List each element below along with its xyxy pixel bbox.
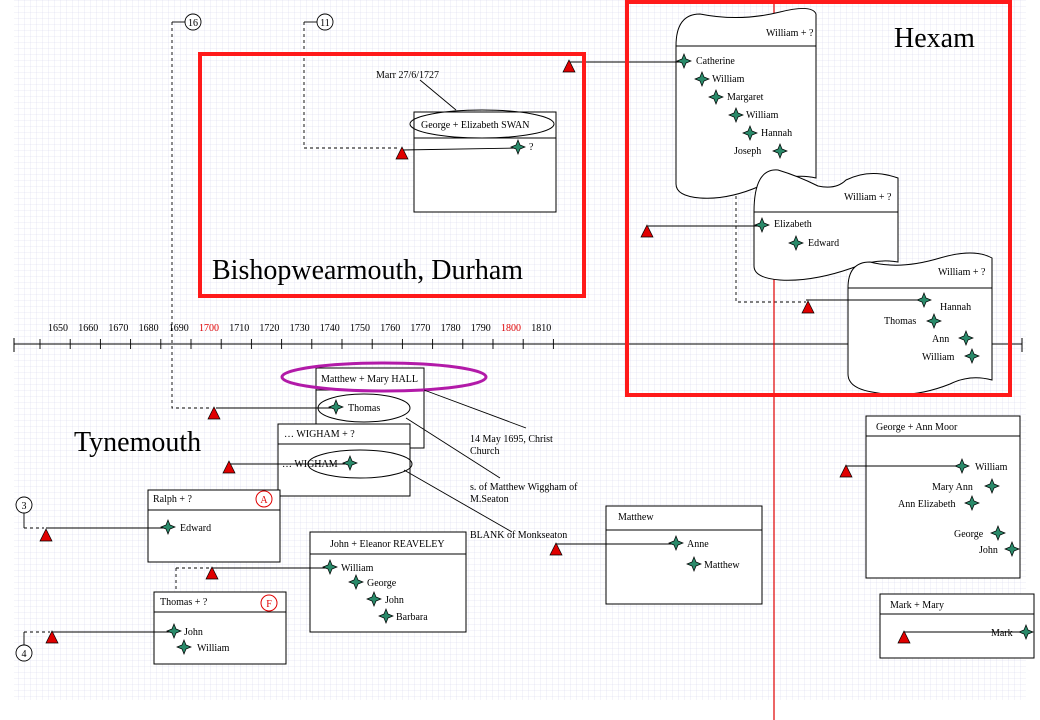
hexam-1-title: William + ? — [766, 28, 814, 39]
child-name[interactable]: Ann — [932, 334, 949, 345]
child-name[interactable]: William — [975, 462, 1008, 473]
child-name[interactable]: William — [746, 110, 779, 121]
hall-title: Matthew + Mary HALL — [321, 374, 418, 385]
child-name[interactable]: Hannah — [761, 128, 792, 139]
child-name[interactable]: ? — [529, 142, 534, 153]
child-name[interactable]: Edward — [180, 523, 211, 534]
timeline-tick-label: 1670 — [108, 323, 128, 334]
child-name[interactable]: Elizabeth — [774, 219, 812, 230]
timeline-tick-label: 1660 — [78, 323, 98, 334]
timeline-tick-label: 1700 — [199, 323, 219, 334]
connector-4-label: 4 — [22, 649, 27, 660]
timeline-tick-label: 1810 — [531, 323, 551, 334]
seaton-note-line1: s. of Matthew Wiggham of — [470, 482, 578, 493]
hexam-2-title: William + ? — [844, 192, 892, 203]
region-label-tynemouth: Tynemouth — [74, 427, 201, 458]
connector-3-label: 3 — [22, 501, 27, 512]
region-label-bishopwearmouth: Bishopwearmouth, Durham — [212, 255, 523, 286]
matthew-title: Matthew — [618, 512, 654, 523]
child-name[interactable]: John — [184, 627, 203, 638]
moor-title: George + Ann Moor — [876, 422, 958, 433]
child-name[interactable]: … WIGHAM — [282, 459, 338, 470]
region-label-hexam: Hexam — [894, 23, 975, 54]
timeline-tick-label: 1720 — [259, 323, 279, 334]
child-name[interactable]: Joseph — [734, 146, 761, 157]
christ-church-note-line1: 14 May 1695, Christ — [470, 434, 553, 445]
timeline-tick-label: 1800 — [501, 323, 521, 334]
mark-title: Mark + Mary — [890, 600, 944, 611]
child-name[interactable]: Hannah — [940, 302, 971, 313]
child-name[interactable]: William — [712, 74, 745, 85]
timeline-tick-label: 1760 — [380, 323, 400, 334]
child-name[interactable]: William — [341, 563, 374, 574]
child-name[interactable]: Matthew — [704, 560, 740, 571]
child-name[interactable]: William — [922, 352, 955, 363]
child-name[interactable]: Margaret — [727, 92, 764, 103]
timeline-tick-label: 1740 — [320, 323, 340, 334]
marriage-note: Marr 27/6/1727 — [376, 70, 439, 81]
child-name[interactable]: John — [979, 545, 998, 556]
child-name[interactable]: Catherine — [696, 56, 735, 67]
wigham-title: … WIGHAM + ? — [284, 429, 355, 440]
child-name[interactable]: George — [954, 529, 984, 540]
child-name[interactable]: Mary Ann — [932, 482, 973, 493]
child-name[interactable]: William — [197, 643, 230, 654]
ralph-title: Ralph + ? — [153, 494, 193, 505]
child-name[interactable]: Ann Elizabeth — [898, 499, 955, 510]
timeline-tick-label: 1650 — [48, 323, 68, 334]
timeline-tick-label: 1790 — [471, 323, 491, 334]
monkseaton-note: BLANK of Monkseaton — [470, 530, 567, 541]
badge-a-label: A — [260, 495, 268, 506]
badge-f: F — [260, 594, 278, 612]
child-name[interactable]: Barbara — [396, 612, 428, 623]
timeline-tick-label: 1730 — [290, 323, 310, 334]
badge-a: A — [255, 490, 273, 508]
family-timeline-diagram: 1650 1660 1670 1680 1690 1700 1710 1720 1730 1740… — [13, 0, 1035, 720]
child-name[interactable]: Mark — [991, 628, 1013, 639]
timeline-tick-label: 1780 — [441, 323, 461, 334]
badge-f-label: F — [266, 599, 272, 610]
thomas-title: Thomas + ? — [160, 597, 208, 608]
connector-11-label: 11 — [320, 18, 330, 29]
seaton-note-line2: M.Seaton — [470, 494, 509, 505]
child-name[interactable]: George — [367, 578, 397, 589]
connector-16-label: 16 — [188, 18, 198, 29]
swan-title: George + Elizabeth SWAN — [421, 120, 529, 131]
child-name[interactable]: Thomas — [348, 403, 380, 414]
christ-church-note-line2: Church — [470, 446, 499, 457]
timeline-tick-label: 1710 — [229, 323, 249, 334]
child-name[interactable]: Edward — [808, 238, 839, 249]
child-name[interactable]: Thomas — [884, 316, 916, 327]
timeline-tick-label: 1680 — [139, 323, 159, 334]
timeline-tick-label: 1690 — [169, 323, 189, 334]
hexam-3-title: William + ? — [938, 267, 986, 278]
timeline-tick-label: 1750 — [350, 323, 370, 334]
reaveley-title: John + Eleanor REAVELEY — [330, 539, 445, 550]
child-name[interactable]: Anne — [687, 539, 709, 550]
timeline-tick-label: 1770 — [410, 323, 430, 334]
child-name[interactable]: John — [385, 595, 404, 606]
